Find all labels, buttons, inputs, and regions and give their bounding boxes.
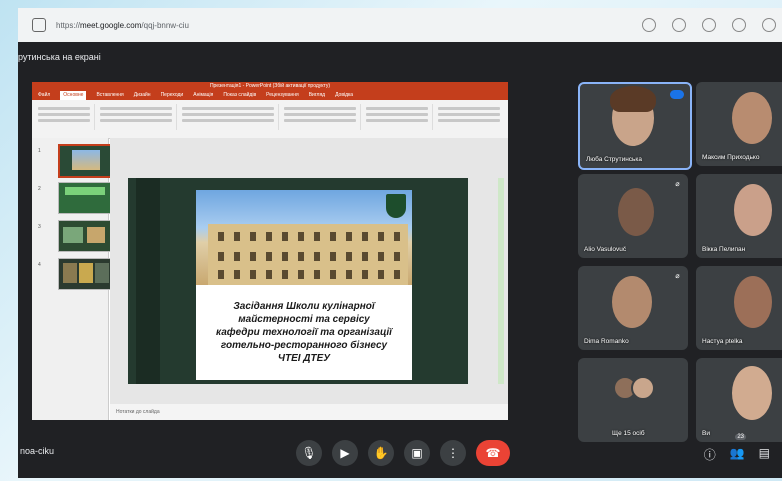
ppt-tab[interactable]: Файл bbox=[38, 91, 50, 100]
ribbon-group-paragraph[interactable] bbox=[280, 104, 361, 130]
info-icon[interactable]: ⓘ bbox=[704, 446, 716, 463]
mic-off-icon: ⌀ bbox=[675, 273, 680, 280]
ribbon-group-slides[interactable] bbox=[96, 104, 177, 130]
participant-name: Настуа ptelka bbox=[702, 338, 743, 345]
university-crest-icon bbox=[386, 194, 406, 218]
avatar-cluster bbox=[613, 376, 655, 400]
slide-scrollbar[interactable] bbox=[498, 178, 504, 384]
ribbon-group-editing[interactable] bbox=[434, 104, 504, 130]
call-controls: 🎙 ▶ ✋ ▣ ⋮ ☎ bbox=[296, 440, 510, 466]
slide-thumbnail-2[interactable] bbox=[58, 182, 114, 214]
ppt-tab[interactable]: Анімація bbox=[193, 91, 213, 100]
participant-name: Максим Приходько bbox=[702, 154, 760, 161]
browser-window: https://meet.google.com/qqj-bnnw-ciu рут… bbox=[18, 8, 782, 478]
participant-video bbox=[612, 276, 652, 328]
ribbon-group-clipboard[interactable] bbox=[34, 104, 95, 130]
meeting-code: noa-ciku bbox=[20, 446, 55, 456]
slide-thumbnails: 1 2 3 4 bbox=[32, 138, 116, 420]
building-photo bbox=[196, 190, 412, 285]
participant-video bbox=[732, 92, 772, 144]
star-icon[interactable] bbox=[702, 18, 716, 32]
ppt-window-title: Презентація1 - PowerPoint (Збій активаці… bbox=[32, 82, 508, 91]
participant-tile[interactable]: Максим Приходько bbox=[696, 82, 782, 166]
building-image bbox=[208, 224, 408, 285]
slide-number: 4 bbox=[38, 262, 41, 268]
ppt-tab[interactable]: Рецензування bbox=[266, 91, 299, 100]
ppt-tab[interactable]: Вставлення bbox=[96, 91, 123, 100]
ppt-tab[interactable]: Переходи bbox=[161, 91, 184, 100]
ppt-ribbon bbox=[32, 100, 508, 139]
ppt-tab[interactable]: Довідка bbox=[335, 91, 353, 100]
people-icon[interactable]: 👥 bbox=[730, 446, 745, 463]
participant-tile[interactable]: ⌀ Настуа ptelka bbox=[696, 266, 782, 350]
url-path: /qqj-bnnw-ciu bbox=[141, 20, 189, 30]
mic-off-icon: ⌀ bbox=[675, 181, 680, 188]
url-text[interactable]: https://meet.google.com/qqj-bnnw-ciu bbox=[56, 21, 189, 30]
slide-thumbnail-3[interactable] bbox=[58, 220, 114, 252]
speaking-badge bbox=[670, 90, 684, 99]
ribbon-group-font[interactable] bbox=[178, 104, 279, 130]
shared-screen: Презентація1 - PowerPoint (Збій активаці… bbox=[32, 82, 508, 420]
slide-caption: Засідання Школи кулінарної майстерності … bbox=[196, 285, 412, 380]
participant-video bbox=[732, 366, 772, 420]
address-bar[interactable]: https://meet.google.com/qqj-bnnw-ciu bbox=[18, 8, 782, 42]
avatar bbox=[631, 376, 655, 400]
slide-thumbnail-1[interactable] bbox=[58, 144, 116, 178]
camera-icon[interactable]: ▶ bbox=[332, 440, 358, 466]
chat-icon[interactable]: ▤ bbox=[759, 446, 770, 463]
raise-hand-icon[interactable]: ✋ bbox=[368, 440, 394, 466]
hair bbox=[610, 86, 656, 112]
slide-number: 2 bbox=[38, 186, 41, 192]
end-call-button[interactable]: ☎ bbox=[476, 440, 510, 466]
slide-band bbox=[136, 178, 160, 384]
presenting-label: рутинська на екрані bbox=[18, 52, 101, 62]
url-prefix: https:// bbox=[56, 20, 81, 30]
participant-video bbox=[734, 184, 772, 236]
side-controls: ⓘ 👥 ▤ bbox=[704, 446, 770, 463]
meet-control-bar: noa-ciku 🎙 ▶ ✋ ▣ ⋮ ☎ 23 ⓘ 👥 ▤ bbox=[18, 428, 782, 478]
slide-number: 1 bbox=[38, 148, 41, 154]
slide-editor: Засідання Школи кулінарної майстерності … bbox=[110, 138, 508, 420]
translate-icon[interactable] bbox=[672, 18, 686, 32]
participant-tile[interactable]: ⌀ Alio Vasulovuč bbox=[578, 174, 688, 258]
lock-icon[interactable] bbox=[32, 18, 46, 32]
participant-name: Dima Romanko bbox=[584, 338, 629, 345]
ppt-tab[interactable]: Вигляд bbox=[309, 91, 325, 100]
participant-tile[interactable]: ⌀ Dima Romanko bbox=[578, 266, 688, 350]
present-screen-icon[interactable]: ▣ bbox=[404, 440, 430, 466]
participant-tile[interactable]: Люба Струтинська bbox=[578, 82, 692, 170]
participants-count-badge: 23 bbox=[735, 434, 746, 440]
profile-icon[interactable] bbox=[762, 18, 776, 32]
participant-tile[interactable]: Вікка Пелипан bbox=[696, 174, 782, 258]
participant-video bbox=[618, 188, 654, 236]
participant-name: Люба Струтинська bbox=[586, 156, 643, 163]
slide-thumbnail-4[interactable] bbox=[58, 258, 114, 290]
tab-icon[interactable] bbox=[642, 18, 656, 32]
extensions-icon[interactable] bbox=[732, 18, 746, 32]
participant-name: Alio Vasulovuč bbox=[584, 246, 627, 253]
microphone-icon[interactable]: 🎙 bbox=[296, 440, 322, 466]
ppt-ribbon-tabs: Файл Основне Вставлення Дизайн Переходи … bbox=[32, 91, 508, 100]
participant-name: Вікка Пелипан bbox=[702, 246, 746, 253]
participant-video bbox=[734, 276, 772, 328]
ppt-tab-active[interactable]: Основне bbox=[60, 91, 87, 100]
slide-caption-text: Засідання Школи кулінарної майстерності … bbox=[216, 301, 392, 364]
more-options-icon[interactable]: ⋮ bbox=[440, 440, 466, 466]
current-slide[interactable]: Засідання Школи кулінарної майстерності … bbox=[128, 178, 468, 384]
browser-toolbar-icons bbox=[642, 18, 776, 32]
ribbon-group-drawing[interactable] bbox=[362, 104, 433, 130]
ppt-tab[interactable]: Дизайн bbox=[134, 91, 151, 100]
url-host: meet.google.com bbox=[80, 20, 142, 30]
ppt-tab[interactable]: Показ слайдів bbox=[223, 91, 256, 100]
slide-number: 3 bbox=[38, 224, 41, 230]
notes-pane[interactable]: Нотатки до слайда bbox=[110, 404, 508, 420]
